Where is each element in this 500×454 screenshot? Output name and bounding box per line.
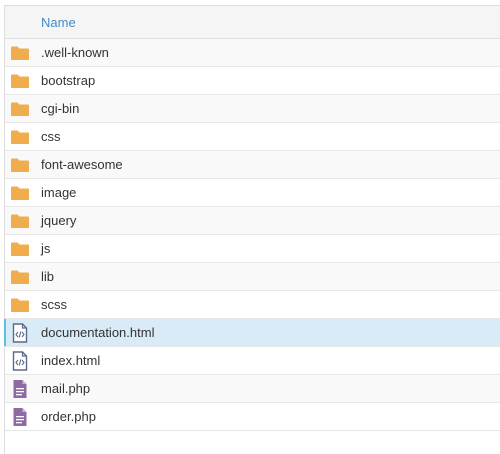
file-row[interactable]: jquery — [5, 207, 500, 235]
folder-icon — [9, 211, 31, 231]
file-row[interactable]: index.html — [5, 347, 500, 375]
folder-icon — [9, 183, 31, 203]
file-row[interactable]: order.php — [5, 403, 500, 431]
folder-icon — [9, 99, 31, 119]
file-name[interactable]: index.html — [41, 353, 100, 368]
file-name[interactable]: image — [41, 185, 76, 200]
file-row[interactable]: documentation.html — [4, 319, 500, 347]
name-column-header[interactable]: Name — [41, 15, 76, 30]
file-list: .well-known bootstrap cgi-bin css font-a… — [4, 39, 500, 431]
html-file-icon — [9, 350, 31, 371]
file-row[interactable]: css — [5, 123, 500, 151]
html-file-icon — [9, 322, 31, 343]
file-name[interactable]: jquery — [41, 213, 76, 228]
file-list-header: Name — [5, 6, 500, 39]
file-row[interactable]: mail.php — [5, 375, 500, 403]
file-row[interactable]: bootstrap — [5, 67, 500, 95]
file-row[interactable]: js — [5, 235, 500, 263]
file-row[interactable]: scss — [5, 291, 500, 319]
folder-icon — [9, 71, 31, 91]
folder-icon — [9, 155, 31, 175]
file-name[interactable]: mail.php — [41, 381, 90, 396]
php-file-icon — [9, 379, 31, 399]
file-name[interactable]: order.php — [41, 409, 96, 424]
file-row[interactable]: lib — [5, 263, 500, 291]
file-name[interactable]: bootstrap — [41, 73, 95, 88]
file-name[interactable]: .well-known — [41, 45, 109, 60]
file-name[interactable]: documentation.html — [41, 325, 154, 340]
folder-icon — [9, 295, 31, 315]
file-name[interactable]: cgi-bin — [41, 101, 79, 116]
folder-icon — [9, 267, 31, 287]
folder-icon — [9, 43, 31, 63]
folder-icon — [9, 239, 31, 259]
file-row[interactable]: cgi-bin — [5, 95, 500, 123]
file-name[interactable]: font-awesome — [41, 157, 123, 172]
file-name[interactable]: css — [41, 129, 61, 144]
file-row[interactable]: image — [5, 179, 500, 207]
file-list-panel: Name .well-known bootstrap cgi-bin css f… — [4, 5, 500, 454]
file-name[interactable]: lib — [41, 269, 54, 284]
file-name[interactable]: js — [41, 241, 50, 256]
file-name[interactable]: scss — [41, 297, 67, 312]
file-row[interactable]: .well-known — [5, 39, 500, 67]
file-row[interactable]: font-awesome — [5, 151, 500, 179]
php-file-icon — [9, 407, 31, 427]
folder-icon — [9, 127, 31, 147]
